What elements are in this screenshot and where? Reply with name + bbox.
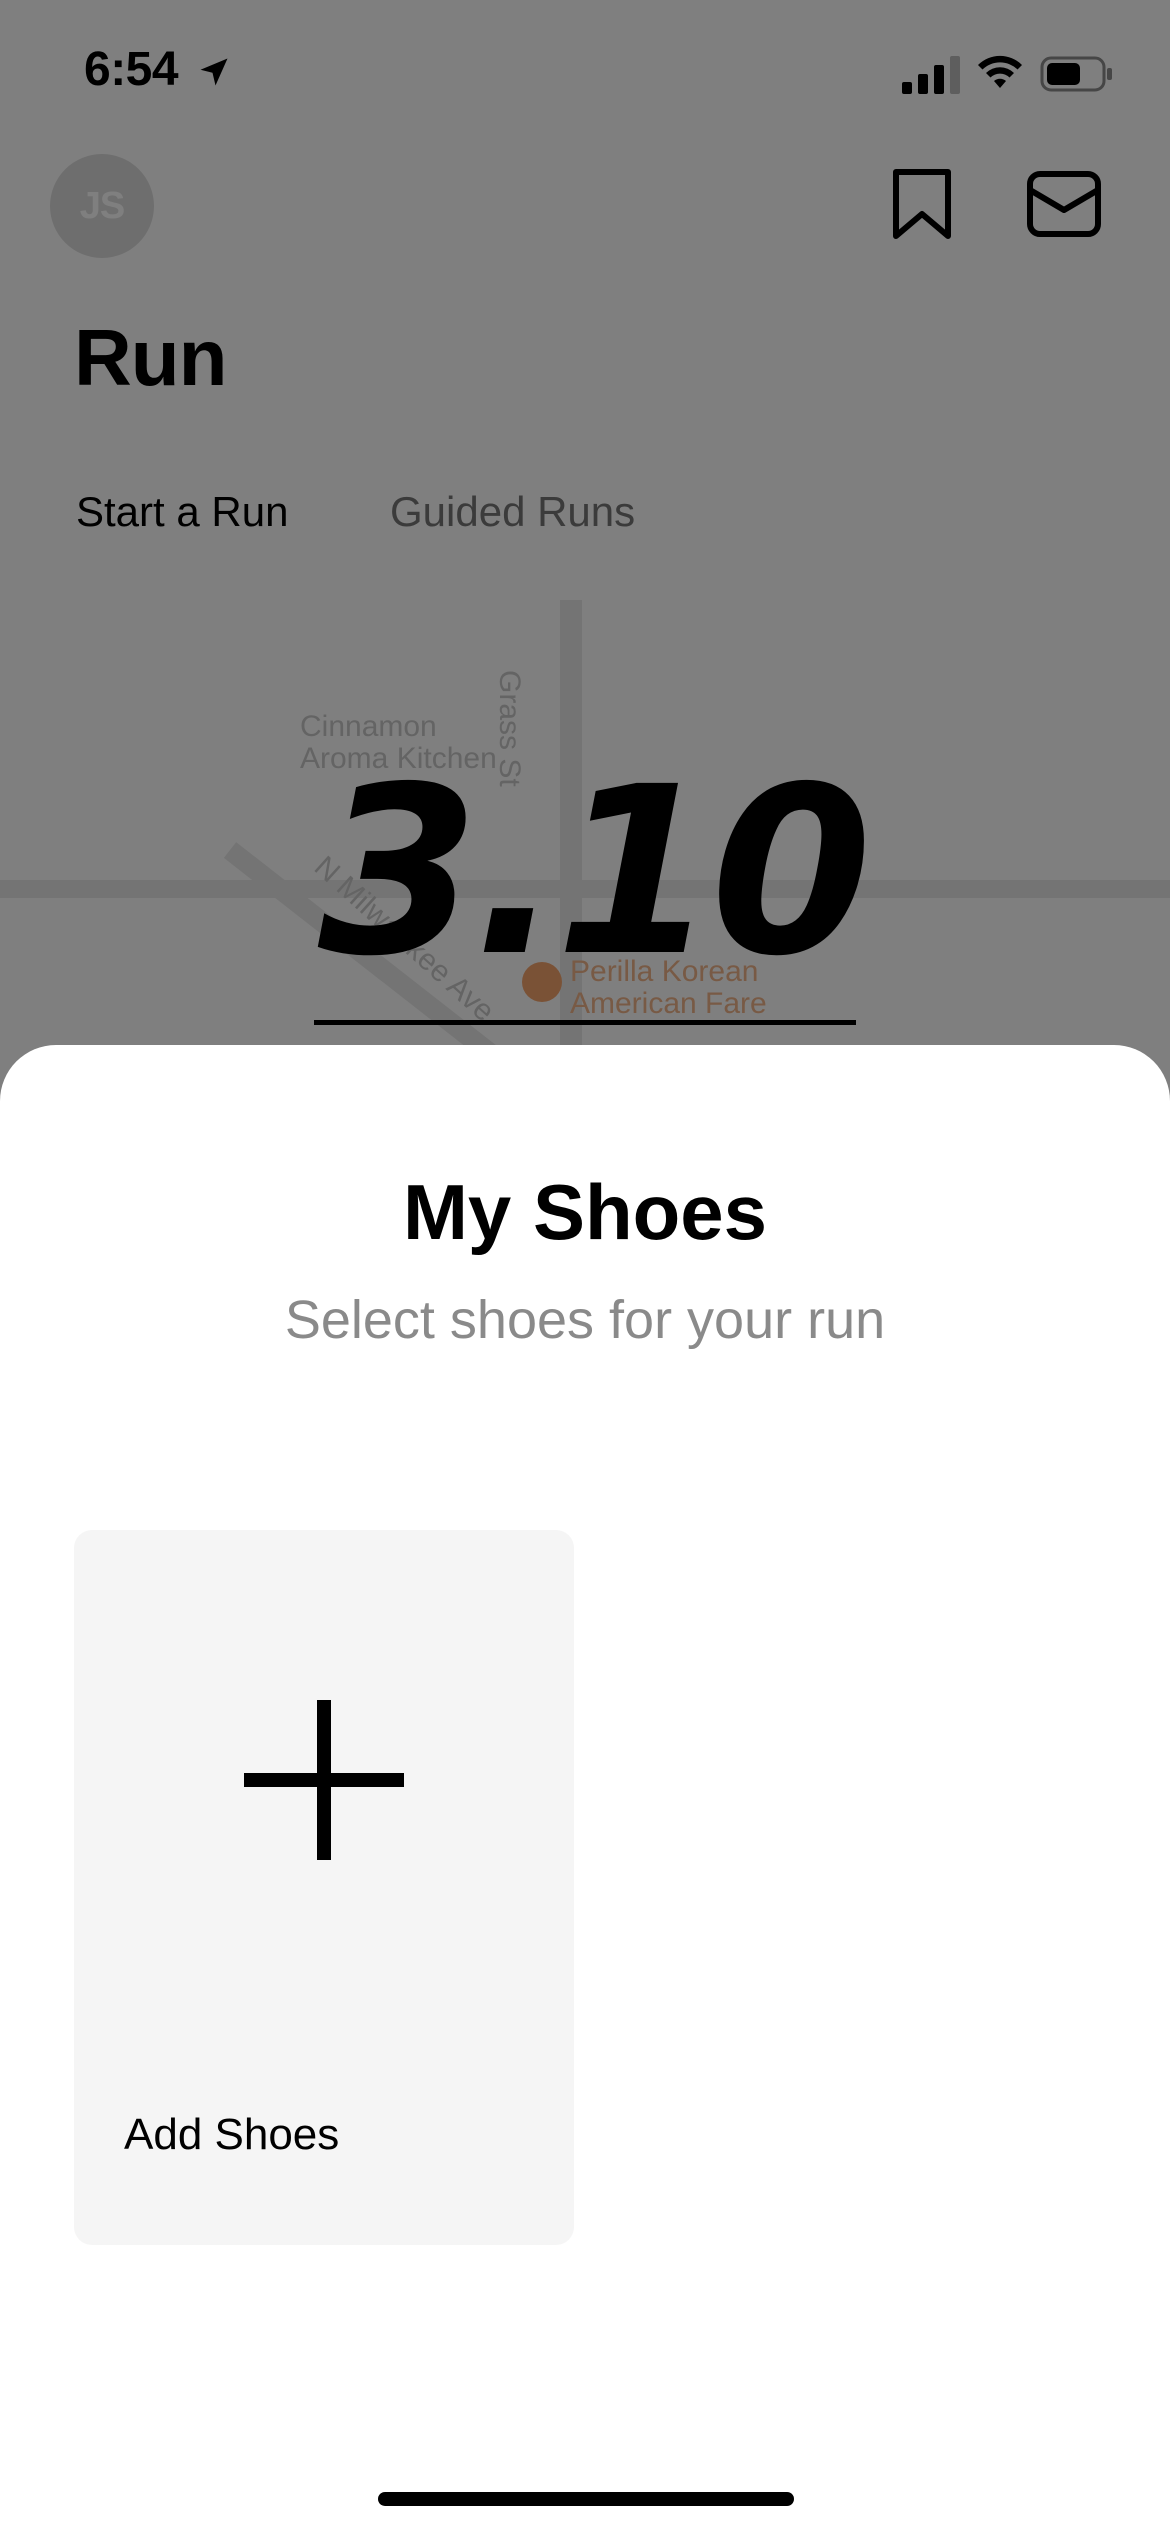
plus-icon (244, 1700, 404, 1860)
sheet-subtitle: Select shoes for your run (284, 1290, 886, 1350)
add-shoes-label: Add Shoes (124, 2110, 340, 2159)
sheet-title: My Shoes (402, 1168, 768, 1256)
add-shoes-card[interactable]: Add Shoes (74, 1530, 574, 2245)
home-indicator[interactable] (378, 2492, 794, 2506)
shoes-bottom-sheet: My Shoes Select shoes for your run Add S… (0, 1045, 1170, 2532)
